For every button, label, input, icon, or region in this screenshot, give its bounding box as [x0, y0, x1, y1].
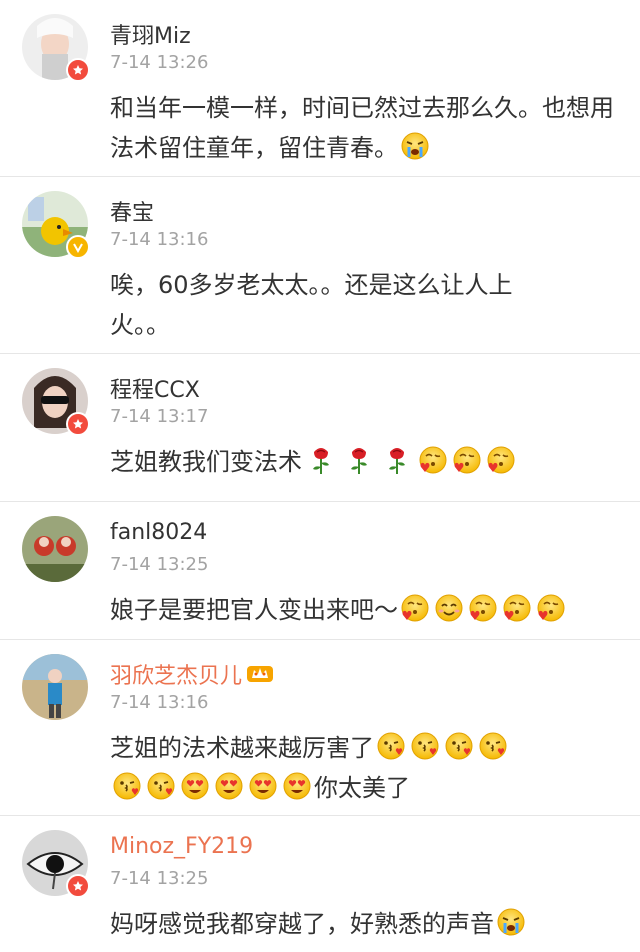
comment-item: 程程CCX 7-14 13:17 芝姐教我们变法术	[0, 354, 640, 502]
rose-emoji-icon	[386, 445, 408, 475]
kissing-heart-emoji-icon	[418, 445, 448, 475]
comment-text-line: 你太美了	[110, 768, 620, 808]
comment-text-line: 火。。	[110, 311, 170, 339]
avatar[interactable]	[22, 191, 90, 259]
avatar[interactable]	[22, 368, 90, 436]
kissing-heart-emoji-icon	[502, 593, 532, 623]
heart-eyes-emoji-icon	[180, 771, 210, 801]
comment-text: 娘子是要把官人变出来吧～	[110, 590, 620, 630]
comment-item: Minoz_FY219 7-14 13:25 妈呀感觉我都穿越了，好熟悉的声音	[0, 816, 640, 952]
rose-emoji-icon	[348, 445, 370, 475]
comment-text-body: 芝姐的法术越来越厉害了	[110, 734, 374, 762]
crying-face-emoji-icon	[400, 131, 430, 161]
blowing-kiss-emoji-icon	[478, 731, 508, 761]
username[interactable]: fanl8024	[110, 520, 207, 545]
comment-item: 春宝 7-14 13:16 唉，60多岁老太太。。还是这么让人上 火。。	[0, 177, 640, 354]
heart-eyes-emoji-icon	[248, 771, 278, 801]
avatar[interactable]	[22, 14, 90, 82]
verified-badge-icon	[66, 874, 90, 898]
username[interactable]: Minoz_FY219	[110, 834, 253, 859]
comment-text-body: 妈呀感觉我都穿越了，好熟悉的声音	[110, 910, 494, 938]
kissing-heart-emoji-icon	[468, 593, 498, 623]
comment-item: 羽欣芝杰贝儿 7-14 13:16 芝姐的法术越来越厉害了你太美了	[0, 640, 640, 816]
timestamp: 7-14 13:25	[110, 554, 209, 575]
kissing-heart-emoji-icon	[400, 593, 430, 623]
timestamp: 7-14 13:16	[110, 229, 209, 250]
comment-text-body: 芝姐教我们变法术	[110, 448, 302, 476]
comment-text-body: 你太美了	[314, 774, 410, 802]
member-crown-icon	[246, 661, 274, 685]
comment-text: 唉，60多岁老太太。。还是这么让人上 火。。	[110, 265, 620, 345]
kissing-heart-emoji-icon	[536, 593, 566, 623]
heart-eyes-emoji-icon	[214, 771, 244, 801]
kissing-heart-emoji-icon	[486, 445, 516, 475]
username[interactable]: 青珝Miz	[110, 18, 191, 50]
blowing-kiss-emoji-icon	[376, 731, 406, 761]
avatar[interactable]	[22, 654, 88, 720]
username[interactable]: 程程CCX	[110, 372, 200, 404]
timestamp: 7-14 13:26	[110, 52, 209, 73]
blowing-kiss-emoji-icon	[112, 771, 142, 801]
heart-eyes-emoji-icon	[282, 771, 312, 801]
comment-item: fanl8024 7-14 13:25 娘子是要把官人变出来吧～	[0, 502, 640, 640]
blowing-kiss-emoji-icon	[146, 771, 176, 801]
comment-text: 妈呀感觉我都穿越了，好熟悉的声音	[110, 904, 620, 944]
timestamp: 7-14 13:25	[110, 868, 209, 889]
blowing-kiss-emoji-icon	[444, 731, 474, 761]
verified-badge-icon	[66, 235, 90, 259]
verified-badge-icon	[66, 58, 90, 82]
comment-text: 和当年一模一样，时间已然过去那么久。也想用法术留住童年，留住青春。	[110, 88, 620, 168]
username[interactable]: 春宝	[110, 195, 154, 227]
rose-emoji-icon	[310, 445, 332, 475]
comment-text-body: 和当年一模一样，时间已然过去那么久。也想用法术留住童年，留住青春。	[110, 94, 614, 162]
timestamp: 7-14 13:17	[110, 406, 209, 427]
comment-item: 青珝Miz 7-14 13:26 和当年一模一样，时间已然过去那么久。也想用法术…	[0, 0, 640, 177]
comment-text: 芝姐的法术越来越厉害了你太美了	[110, 728, 620, 808]
avatar[interactable]	[22, 830, 90, 898]
kissing-heart-emoji-icon	[452, 445, 482, 475]
blowing-kiss-emoji-icon	[410, 731, 440, 761]
smiling-face-emoji-icon	[434, 593, 464, 623]
username[interactable]: 羽欣芝杰贝儿	[110, 658, 274, 690]
comment-text-line: 芝姐的法术越来越厉害了	[110, 728, 620, 768]
crying-face-emoji-icon	[496, 907, 526, 937]
timestamp: 7-14 13:16	[110, 692, 209, 713]
username-text: 羽欣芝杰贝儿	[110, 664, 243, 689]
verified-badge-icon	[66, 412, 90, 436]
comment-text-line: 唉，60多岁老太太。。还是这么让人上	[110, 271, 513, 299]
avatar[interactable]	[22, 516, 88, 582]
comment-text: 芝姐教我们变法术	[110, 442, 620, 482]
comment-text-body: 娘子是要把官人变出来吧～	[110, 596, 398, 624]
